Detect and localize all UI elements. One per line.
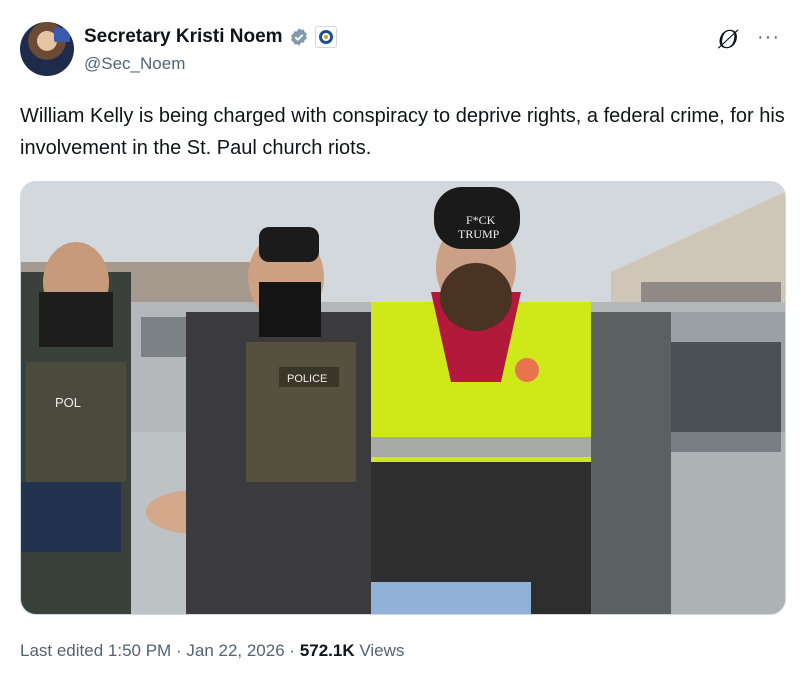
vest-text-left: POL: [55, 395, 81, 410]
tweet-header: Secretary Kristi Noem @Sec_Noem Ø ···: [20, 22, 780, 82]
avatar[interactable]: [20, 22, 74, 76]
views-count[interactable]: 572.1K: [300, 641, 355, 660]
beanie-text-2: TRUMP: [458, 227, 500, 241]
verified-badge-icon[interactable]: [289, 27, 309, 47]
post-date[interactable]: Jan 22, 2026: [186, 641, 284, 660]
author-name-row: Secretary Kristi Noem: [84, 26, 337, 48]
author-display-name[interactable]: Secretary Kristi Noem: [84, 26, 283, 48]
views-label: Views: [359, 641, 405, 660]
beanie-text-1: F*CK: [466, 213, 496, 227]
tweet-text: William Kelly is being charged with cons…: [20, 105, 785, 159]
tweet-photo[interactable]: 64 POL POLICE F*CK TRUMP: [20, 181, 786, 615]
edited-timestamp[interactable]: Last edited 1:50 PM: [20, 641, 171, 660]
tweet-meta: Last edited 1:50 PM · Jan 22, 2026 · 572…: [20, 641, 404, 661]
vest-text: POLICE: [287, 373, 327, 385]
more-options-icon[interactable]: ···: [757, 26, 780, 49]
dhs-seal-icon[interactable]: [314, 26, 337, 48]
author-handle[interactable]: @Sec_Noem: [84, 54, 185, 74]
grok-icon[interactable]: Ø: [718, 26, 738, 54]
